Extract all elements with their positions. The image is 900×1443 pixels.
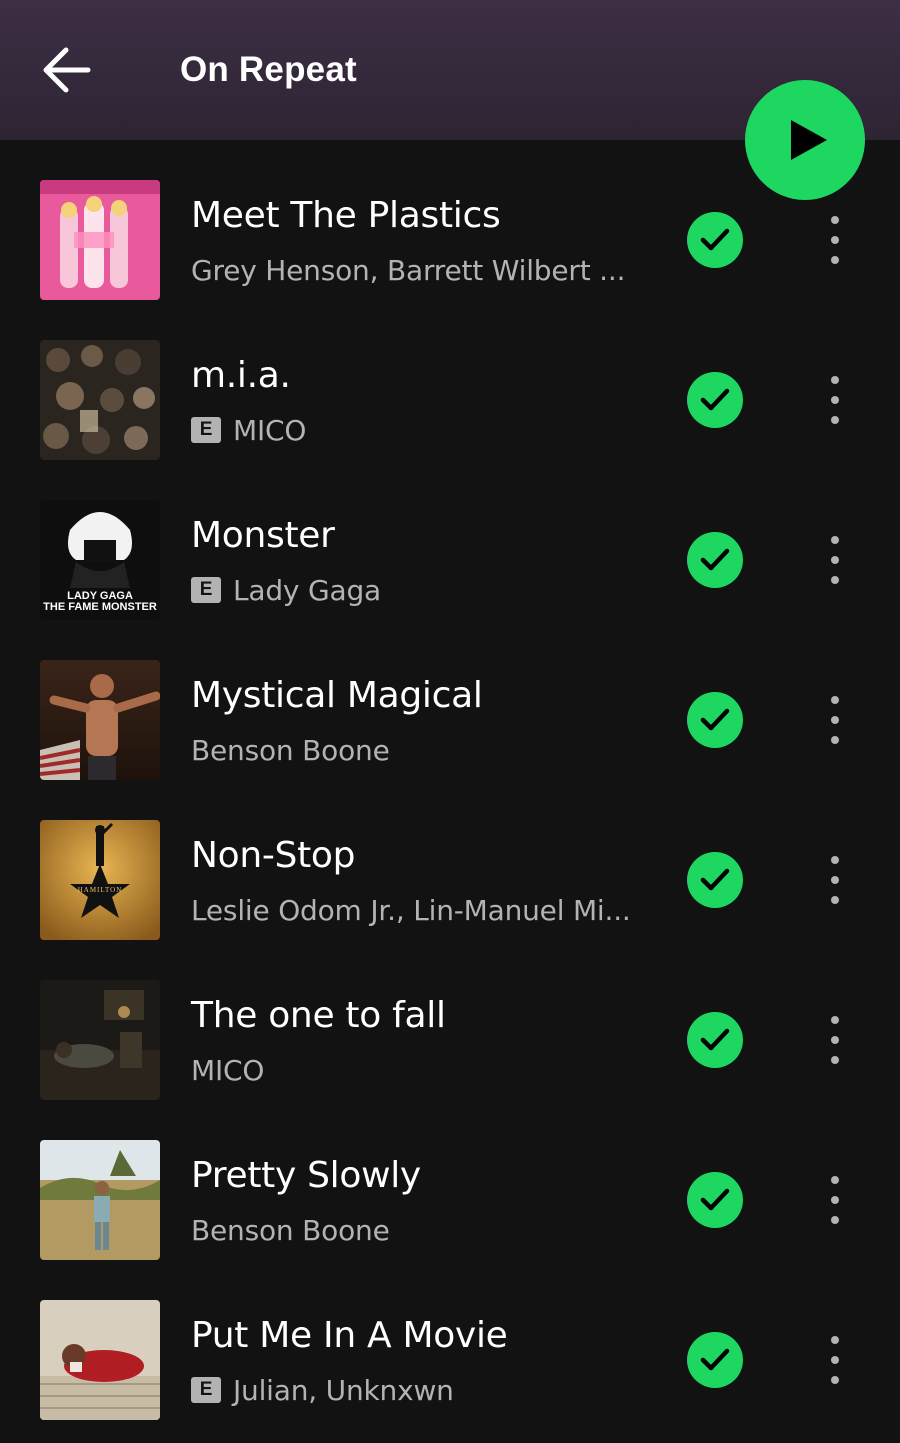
more-dot xyxy=(831,1376,839,1384)
track-artist: Leslie Odom Jr., Lin-Manuel Mi... xyxy=(191,893,631,927)
saved-toggle[interactable] xyxy=(687,1172,743,1228)
check-icon xyxy=(700,1348,730,1371)
track-row[interactable]: Mystical Magical Benson Boone xyxy=(0,640,900,800)
track-title: Monster xyxy=(191,515,335,556)
track-row[interactable]: HAMILTON Non-Stop Leslie Odom Jr., Lin-M… xyxy=(0,800,900,960)
more-dot xyxy=(831,376,839,384)
track-title: The one to fall xyxy=(191,995,446,1036)
check-icon xyxy=(700,708,730,731)
album-art xyxy=(40,1140,160,1260)
more-dot xyxy=(831,1356,839,1364)
more-dot xyxy=(831,716,839,724)
more-options-button[interactable] xyxy=(819,1332,851,1388)
more-options-button[interactable] xyxy=(819,1012,851,1068)
track-artist-line: E Julian, Unknxwn xyxy=(191,1372,454,1408)
more-options-button[interactable] xyxy=(819,212,851,268)
track-title: Put Me In A Movie xyxy=(191,1315,508,1356)
track-artist: MICO xyxy=(233,413,307,447)
more-dot xyxy=(831,256,839,264)
more-options-button[interactable] xyxy=(819,852,851,908)
check-icon xyxy=(700,548,730,571)
track-artist-line: E MICO xyxy=(191,412,306,448)
check-icon xyxy=(700,868,730,891)
more-options-button[interactable] xyxy=(819,532,851,588)
saved-toggle[interactable] xyxy=(687,1332,743,1388)
album-art xyxy=(40,1300,160,1420)
album-art: LADY GAGA THE FAME MONSTER xyxy=(40,500,160,620)
saved-toggle[interactable] xyxy=(687,532,743,588)
track-title: Non-Stop xyxy=(191,835,356,876)
album-art-text: THE FAME MONSTER xyxy=(43,601,157,613)
arrow-left-icon xyxy=(43,47,91,93)
more-dot xyxy=(831,1016,839,1024)
more-dot xyxy=(831,1036,839,1044)
more-dot xyxy=(831,556,839,564)
track-artist-line: E Lady Gaga xyxy=(191,572,381,608)
more-options-button[interactable] xyxy=(819,372,851,428)
track-artist: Benson Boone xyxy=(191,733,390,767)
album-art xyxy=(40,980,160,1100)
track-artist-line: Benson Boone xyxy=(191,1212,390,1248)
more-dot xyxy=(831,856,839,864)
page-title: On Repeat xyxy=(180,50,357,89)
track-row[interactable]: Put Me In A Movie E Julian, Unknxwn xyxy=(0,1280,900,1440)
more-dot xyxy=(831,216,839,224)
more-dot xyxy=(831,1336,839,1344)
explicit-badge: E xyxy=(191,417,221,443)
check-icon xyxy=(700,228,730,251)
track-artist: MICO xyxy=(191,1053,265,1087)
track-artist: Grey Henson, Barrett Wilbert ... xyxy=(191,253,626,287)
track-title: m.i.a. xyxy=(191,355,291,396)
saved-toggle[interactable] xyxy=(687,212,743,268)
track-title: Pretty Slowly xyxy=(191,1155,421,1196)
album-art xyxy=(40,180,160,300)
track-row[interactable]: Pretty Slowly Benson Boone xyxy=(0,1120,900,1280)
album-art xyxy=(40,340,160,460)
more-dot xyxy=(831,1176,839,1184)
check-icon xyxy=(700,1028,730,1051)
more-options-button[interactable] xyxy=(819,1172,851,1228)
more-dot xyxy=(831,236,839,244)
track-artist: Benson Boone xyxy=(191,1213,390,1247)
track-artist-line: Leslie Odom Jr., Lin-Manuel Mi... xyxy=(191,892,631,928)
more-dot xyxy=(831,396,839,404)
track-artist: Lady Gaga xyxy=(233,573,381,607)
play-icon xyxy=(791,120,827,160)
more-dot xyxy=(831,696,839,704)
track-row[interactable]: LADY GAGA THE FAME MONSTER Monster E Lad… xyxy=(0,480,900,640)
more-dot xyxy=(831,896,839,904)
explicit-badge: E xyxy=(191,577,221,603)
track-row[interactable]: The one to fall MICO xyxy=(0,960,900,1120)
back-button[interactable] xyxy=(38,42,94,98)
album-art xyxy=(40,660,160,780)
explicit-badge: E xyxy=(191,1377,221,1403)
more-dot xyxy=(831,1056,839,1064)
more-dot xyxy=(831,536,839,544)
saved-toggle[interactable] xyxy=(687,852,743,908)
track-artist-line: Grey Henson, Barrett Wilbert ... xyxy=(191,252,625,288)
more-options-button[interactable] xyxy=(819,692,851,748)
more-dot xyxy=(831,876,839,884)
track-title: Meet The Plastics xyxy=(191,195,501,236)
more-dot xyxy=(831,736,839,744)
track-row[interactable]: m.i.a. E MICO xyxy=(0,320,900,480)
track-artist-line: Benson Boone xyxy=(191,732,390,768)
more-dot xyxy=(831,1196,839,1204)
album-art: HAMILTON xyxy=(40,820,160,940)
saved-toggle[interactable] xyxy=(687,372,743,428)
play-button[interactable] xyxy=(745,80,865,200)
check-icon xyxy=(700,1188,730,1211)
track-artist-line: MICO xyxy=(191,1052,264,1088)
track-title: Mystical Magical xyxy=(191,675,483,716)
album-art-text: HAMILTON xyxy=(78,886,123,894)
check-icon xyxy=(700,388,730,411)
more-dot xyxy=(831,576,839,584)
saved-toggle[interactable] xyxy=(687,1012,743,1068)
more-dot xyxy=(831,1216,839,1224)
saved-toggle[interactable] xyxy=(687,692,743,748)
more-dot xyxy=(831,416,839,424)
track-artist: Julian, Unknxwn xyxy=(233,1373,454,1407)
